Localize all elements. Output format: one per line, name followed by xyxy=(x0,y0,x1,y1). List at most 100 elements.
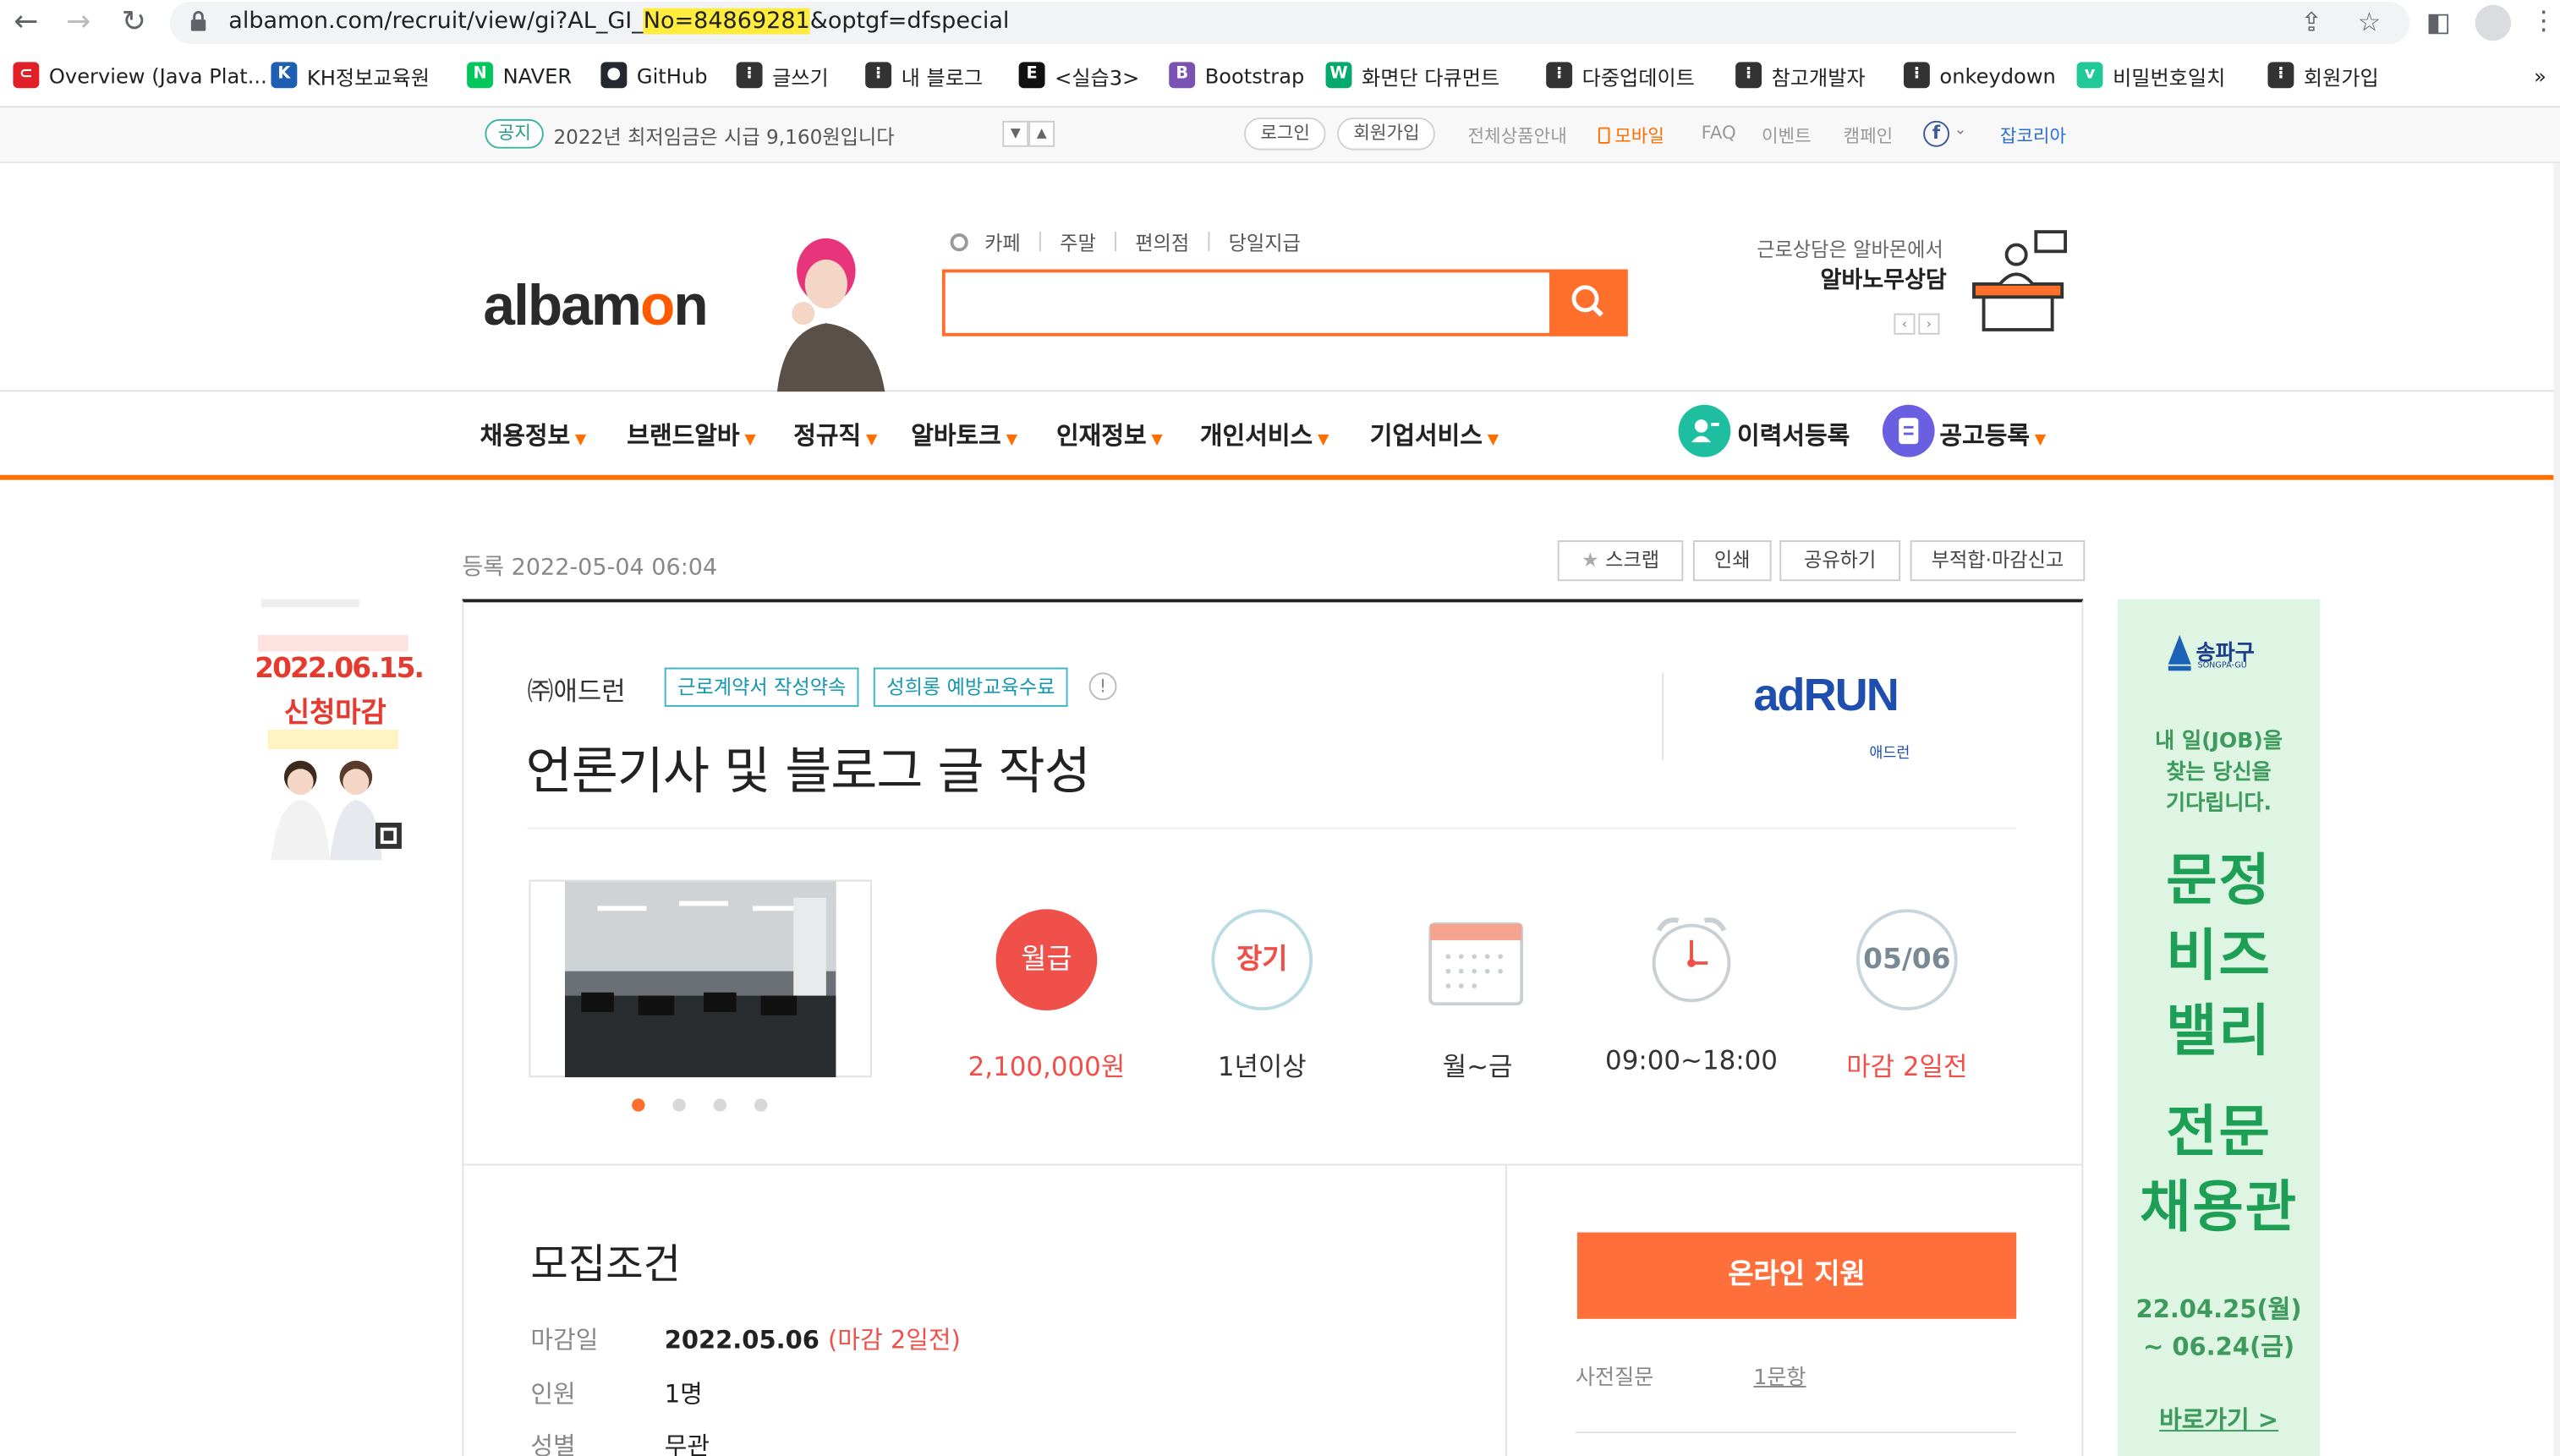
nav-albatalk[interactable]: 알바토크 ▼ xyxy=(911,418,1017,452)
jobkorea-link[interactable]: 잡코리아 xyxy=(2000,123,2066,149)
badge-harassment-training[interactable]: 성희롱 예방교육수료 xyxy=(873,667,1068,707)
bookmark-item[interactable]: N NAVER xyxy=(467,60,572,90)
bookmark-item[interactable]: ⁝ onkeydown xyxy=(1903,60,2056,90)
period-text: 1년이상 xyxy=(1217,1051,1307,1082)
side-panel-icon[interactable]: ◧ xyxy=(2426,7,2451,38)
bookmark-item[interactable]: ⁝ 회원가입 xyxy=(2267,60,2379,90)
post-icon[interactable] xyxy=(1882,404,1935,457)
bookmarks-overflow-button[interactable]: » xyxy=(2534,60,2546,90)
bookmark-item[interactable]: ⁝ 다중업데이트 xyxy=(1546,60,1695,90)
tistory-icon: ⁝ xyxy=(2267,62,2294,89)
carousel-dot-2[interactable] xyxy=(672,1098,686,1112)
chevron-left-icon[interactable]: ‹ xyxy=(1894,313,1916,335)
chevron-down-icon[interactable]: ⌄ xyxy=(1954,123,1967,139)
search-tab-convenience[interactable]: 편의점 xyxy=(1135,228,1189,256)
login-button[interactable]: 로그인 xyxy=(1244,117,1327,151)
nav-business-service[interactable]: 기업서비스 ▼ xyxy=(1370,418,1499,452)
search-tab-sameday[interactable]: 당일지급 xyxy=(1229,228,1301,256)
badge-contract[interactable]: 근로계약서 작성약속 xyxy=(664,667,859,707)
util-faq[interactable]: FAQ xyxy=(1702,123,1736,144)
nav-personal-service[interactable]: 개인서비스 ▼ xyxy=(1200,418,1329,452)
profile-avatar[interactable] xyxy=(2475,4,2512,41)
bookmark-label: 글쓰기 xyxy=(772,64,829,90)
albamon-logo[interactable]: albamon xyxy=(483,274,708,339)
util-all-products[interactable]: 전체상품안내 xyxy=(1468,123,1567,149)
bookmark-item[interactable]: E <실습3> xyxy=(1018,60,1139,90)
menu-icon[interactable]: ⋮ xyxy=(2530,5,2557,36)
bookmark-item[interactable]: ⁝ 글쓰기 xyxy=(736,60,829,90)
search-button[interactable] xyxy=(1549,269,1628,337)
bookmark-label: 내 블로그 xyxy=(901,64,984,90)
right-ad-banner[interactable]: 송파구 SONGPA-GU 내 일(JOB)을 찾는 당신을 기다립니다. 문정… xyxy=(2117,599,2321,1456)
bookmark-item[interactable]: K KH정보교육원 xyxy=(271,60,430,90)
print-button[interactable]: 인쇄 xyxy=(1692,539,1772,582)
search-tab-cafe[interactable]: 카페 xyxy=(984,228,1021,256)
counsel-title[interactable]: 알바노무상담 xyxy=(1821,263,1947,296)
forward-arrow-icon[interactable]: → xyxy=(58,5,97,40)
bookmark-label: 비밀번호일치 xyxy=(2113,64,2226,90)
nav-label: 채용정보 xyxy=(480,421,571,451)
apply-online-button[interactable]: 온라인 지원 xyxy=(1576,1232,2017,1319)
resume-icon[interactable] xyxy=(1678,404,1731,457)
bookmark-item[interactable]: ● GitHub xyxy=(600,60,708,90)
nav-label: 인재정보 xyxy=(1056,421,1147,451)
reload-icon[interactable]: ↻ xyxy=(114,5,153,40)
carousel-dot-4[interactable] xyxy=(754,1098,768,1112)
chevron-down-icon: ▼ xyxy=(865,432,878,449)
util-mobile[interactable]: 모바일 xyxy=(1598,123,1664,149)
star-icon[interactable]: ☆ xyxy=(2358,7,2382,38)
share-icon[interactable]: ⇪ xyxy=(2300,7,2322,38)
nav-brand-alba[interactable]: 브랜드알바 ▼ xyxy=(627,418,755,452)
util-event[interactable]: 이벤트 xyxy=(1762,123,1812,149)
chevron-right-icon[interactable]: › xyxy=(1918,313,1940,335)
search-tab-weekend[interactable]: 주말 xyxy=(1060,228,1096,256)
workplace-photo-frame[interactable] xyxy=(529,879,872,1078)
pre-question-link[interactable]: 1문항 xyxy=(1753,1360,1806,1391)
bookmark-label: 화면단 다큐먼트 xyxy=(1362,64,1500,90)
nav-fulltime[interactable]: 정규직 ▼ xyxy=(793,418,877,452)
address-bar[interactable]: albamon.com/recruit/view/gi?AL_GI_No=848… xyxy=(169,1,2410,45)
ad-link[interactable]: 바로가기 > xyxy=(2118,1402,2320,1437)
carousel-dot-1[interactable] xyxy=(632,1098,645,1112)
facebook-icon[interactable]: f xyxy=(1923,120,1950,147)
url-suffix: &optgf=dfspecial xyxy=(809,8,1010,35)
chevron-down-icon[interactable]: ▼ xyxy=(1002,120,1029,147)
divider xyxy=(527,827,2017,829)
resume-register-link[interactable]: 이력서등록 xyxy=(1737,418,1850,452)
company-name[interactable]: ㈜애드런 xyxy=(528,670,626,709)
ad-intro-line: 찾는 당신을 xyxy=(2166,760,2272,785)
bookmark-label: Bootstrap xyxy=(1204,63,1305,88)
search-input[interactable] xyxy=(941,269,1628,337)
nav-talent[interactable]: 인재정보 ▼ xyxy=(1056,418,1163,452)
bookmark-item[interactable]: ⁝ 내 블로그 xyxy=(865,60,983,90)
back-arrow-icon[interactable]: ← xyxy=(7,5,46,40)
ad-text-strip xyxy=(267,729,399,750)
job-title: 언론기사 및 블로그 글 작성 xyxy=(525,742,1091,802)
bookmark-item[interactable]: ⊂ Overview (Java Plat... xyxy=(13,60,267,90)
left-ad-banner[interactable]: 2022.06.15. 신청마감 xyxy=(255,599,425,861)
bookmark-item[interactable]: v 비밀번호일치 xyxy=(2076,60,2226,90)
scrap-button[interactable]: ★ 스크랩 xyxy=(1557,539,1684,582)
signup-button[interactable]: 회원가입 xyxy=(1337,117,1436,151)
bookmark-item[interactable]: ⁝ 참고개발자 xyxy=(1735,60,1866,90)
carousel-dot-3[interactable] xyxy=(713,1098,727,1112)
chevron-up-icon[interactable]: ▲ xyxy=(1028,120,1055,147)
info-icon[interactable]: ! xyxy=(1088,672,1117,701)
share-button[interactable]: 공유하기 xyxy=(1779,539,1901,582)
ad-period: 22.04.25(월) ~ 06.24(금) xyxy=(2118,1291,2320,1366)
tistory-icon: ⁝ xyxy=(1735,62,1762,89)
divider xyxy=(462,1163,2084,1166)
bookmark-item[interactable]: B Bootstrap xyxy=(1169,60,1304,90)
post-register-link[interactable]: 공고등록 ▼ xyxy=(1939,418,2046,452)
condition-label-deadline: 마감일 xyxy=(530,1325,599,1355)
bookmark-item[interactable]: W 화면단 다큐먼트 xyxy=(1325,60,1500,90)
notice-text[interactable]: 2022년 최저임금은 시급 9,160원입니다 xyxy=(553,123,894,151)
report-button[interactable]: 부적합·마감신고 xyxy=(1910,539,2086,582)
nav-jobs[interactable]: 채용정보 ▼ xyxy=(480,418,587,452)
ad-headline-line: 비즈 xyxy=(2166,923,2272,989)
util-campaign[interactable]: 캠페인 xyxy=(1844,123,1894,149)
period-badge: 장기 xyxy=(1211,909,1313,1010)
page-scrollbar[interactable] xyxy=(2553,163,2560,1456)
bookmark-label: NAVER xyxy=(502,63,573,88)
mobile-icon xyxy=(1598,127,1610,144)
